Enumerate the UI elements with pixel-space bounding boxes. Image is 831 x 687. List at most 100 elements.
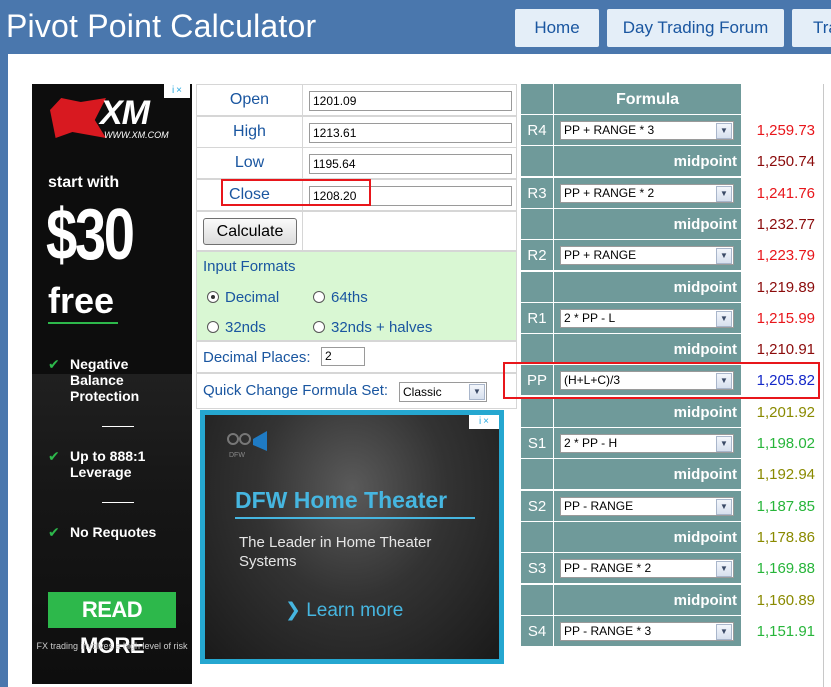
- ad-title-underline: [235, 517, 475, 519]
- level-label-empty: [521, 334, 554, 365]
- high-input[interactable]: 1213.61: [309, 123, 512, 143]
- pivot-value: 1,219.89: [756, 279, 815, 296]
- xm-logo-text: XM: [100, 94, 150, 132]
- pivot-midpoint-row: midpoint 1,210.91: [521, 334, 823, 365]
- checkmark-icon: ✔: [48, 356, 60, 372]
- midpoint-label: midpoint: [554, 209, 741, 240]
- calculator-form: Open 1201.09 High 1213.61 Low 1195.64 Cl…: [196, 84, 517, 410]
- chevron-down-icon[interactable]: ▼: [716, 186, 732, 202]
- format-radio-label: Decimal: [225, 289, 280, 306]
- calculate-button[interactable]: Calculate: [203, 218, 297, 245]
- midpoint-label: midpoint: [554, 522, 741, 553]
- midpoint-label: midpoint: [554, 334, 741, 365]
- formula-cell: PP - RANGE ▼: [554, 491, 741, 522]
- formula-select-value: PP + RANGE * 2: [564, 186, 655, 200]
- ad-amount: $30: [46, 195, 135, 275]
- open-input[interactable]: 1201.09: [309, 91, 512, 111]
- pivot-midpoint-row: midpoint 1,232.77: [521, 209, 823, 240]
- pivot-value: 1,151.91: [756, 623, 815, 640]
- pivot-midpoint-row: midpoint 1,192.94: [521, 459, 823, 490]
- ad-read-more-button[interactable]: READ MORE: [48, 592, 176, 658]
- pivot-midpoint-row: midpoint 1,160.89: [521, 585, 823, 616]
- pivot-value: 1,215.99: [756, 310, 815, 327]
- format-radio-label: 32nds + halves: [331, 319, 433, 336]
- formula-cell: PP + RANGE * 3 ▼: [554, 115, 741, 146]
- midpoint-label: midpoint: [554, 459, 741, 490]
- ad-bullet-text: No Requotes: [70, 524, 157, 540]
- page-title: Pivot Point Calculator: [6, 8, 317, 44]
- formula-select-value: 2 * PP - H: [564, 436, 618, 450]
- calculate-row: Calculate: [196, 211, 517, 251]
- adchoices-icon[interactable]: i ×: [164, 84, 190, 98]
- pivot-value: 1,201.92: [756, 404, 815, 421]
- nav-tab-day-trading-forum[interactable]: Day Trading Forum: [607, 9, 784, 47]
- xm-advertisement[interactable]: i × XM WWW.XM.COM start with $30 free ✔ …: [32, 84, 192, 684]
- low-input[interactable]: 1195.64: [309, 154, 512, 174]
- formula-column-header: Formula: [554, 84, 741, 115]
- radio-icon[interactable]: [313, 321, 325, 333]
- chevron-down-icon[interactable]: ▼: [716, 311, 732, 327]
- format-radio-32nds-halves[interactable]: 32nds + halves: [313, 319, 432, 336]
- pivot-level-row: S4 PP - RANGE * 3 ▼ 1,151.91: [521, 616, 823, 647]
- chevron-down-icon[interactable]: ▼: [716, 561, 732, 577]
- formula-select-value: PP - RANGE: [564, 499, 634, 513]
- level-label: R2: [521, 240, 554, 271]
- decimal-places-input[interactable]: 2: [321, 347, 365, 366]
- nav-tab-truncated[interactable]: Tra: [792, 9, 831, 47]
- format-radio-64ths[interactable]: 64ths: [313, 289, 368, 306]
- formula-select[interactable]: PP + RANGE ▼: [560, 246, 734, 265]
- pivot-level-row: R1 2 * PP - L ▼ 1,215.99: [521, 303, 823, 334]
- pivot-level-row: R4 PP + RANGE * 3 ▼ 1,259.73: [521, 115, 823, 146]
- formula-set-select[interactable]: Classic ▼: [399, 382, 487, 402]
- formula-select[interactable]: PP + RANGE * 2 ▼: [560, 184, 734, 203]
- formula-select[interactable]: PP - RANGE * 3 ▼: [560, 622, 734, 641]
- low-label: Low: [197, 148, 303, 178]
- midpoint-label: midpoint: [554, 272, 741, 303]
- left-border-strip: [0, 54, 8, 687]
- formula-select-value: PP - RANGE * 2: [564, 561, 652, 575]
- format-radio-32nds[interactable]: 32nds: [207, 319, 266, 336]
- pivot-value: 1,259.73: [756, 122, 815, 139]
- formula-select[interactable]: 2 * PP - H ▼: [560, 434, 734, 453]
- ad-learn-more-link[interactable]: ❯ Learn more: [285, 599, 403, 622]
- chevron-down-icon[interactable]: ▼: [716, 624, 732, 640]
- formula-select[interactable]: PP + RANGE * 3 ▼: [560, 121, 734, 140]
- formula-set-value: Classic: [403, 385, 442, 399]
- decimal-places-label: Decimal Places:: [203, 349, 311, 366]
- dfw-logo-text: DFW: [229, 452, 245, 459]
- chevron-down-icon[interactable]: ▼: [716, 248, 732, 264]
- chevron-down-icon[interactable]: ▼: [716, 436, 732, 452]
- radio-selected-icon[interactable]: [207, 291, 219, 303]
- level-label-empty: [521, 397, 554, 428]
- input-row-open: Open 1201.09: [196, 84, 517, 116]
- pivot-value: 1,169.88: [756, 560, 815, 577]
- level-label-empty: [521, 459, 554, 490]
- radio-icon[interactable]: [313, 291, 325, 303]
- chevron-down-icon[interactable]: ▼: [469, 384, 485, 400]
- chevron-down-icon[interactable]: ▼: [716, 123, 732, 139]
- projector-reel-icon: [227, 433, 239, 445]
- xm-logo-url: WWW.XM.COM: [104, 130, 169, 140]
- ad-subtitle: The Leader in Home Theater Systems: [239, 534, 432, 570]
- pivot-midpoint-row: midpoint 1,219.89: [521, 272, 823, 303]
- formula-select-value: 2 * PP - L: [564, 311, 616, 325]
- formula-select[interactable]: PP - RANGE ▼: [560, 497, 734, 516]
- format-radio-decimal[interactable]: Decimal: [207, 289, 279, 306]
- ad-free: free: [48, 280, 115, 321]
- chevron-down-icon[interactable]: ▼: [716, 499, 732, 515]
- formula-select[interactable]: PP - RANGE * 2 ▼: [560, 559, 734, 578]
- formula-select-value: PP + RANGE * 3: [564, 123, 655, 137]
- adchoices-icon[interactable]: i ×: [469, 415, 499, 429]
- dfw-home-theater-advertisement[interactable]: i × DFW DFW Home Theater The Leader in H…: [200, 410, 504, 664]
- nav-tab-home[interactable]: Home: [515, 9, 599, 47]
- pivot-value: 1,223.79: [756, 247, 815, 264]
- quick-change-label: Quick Change Formula Set:: [203, 382, 389, 399]
- pivot-value: 1,192.94: [756, 466, 815, 483]
- pivot-level-row: R2 PP + RANGE ▼ 1,223.79: [521, 240, 823, 271]
- cell-divider: [302, 212, 303, 250]
- decimal-places-row: Decimal Places: 2: [196, 341, 517, 373]
- formula-cell: PP + RANGE ▼: [554, 240, 741, 271]
- radio-icon[interactable]: [207, 321, 219, 333]
- formula-select[interactable]: 2 * PP - L ▼: [560, 309, 734, 328]
- right-edge-strip: [823, 84, 831, 687]
